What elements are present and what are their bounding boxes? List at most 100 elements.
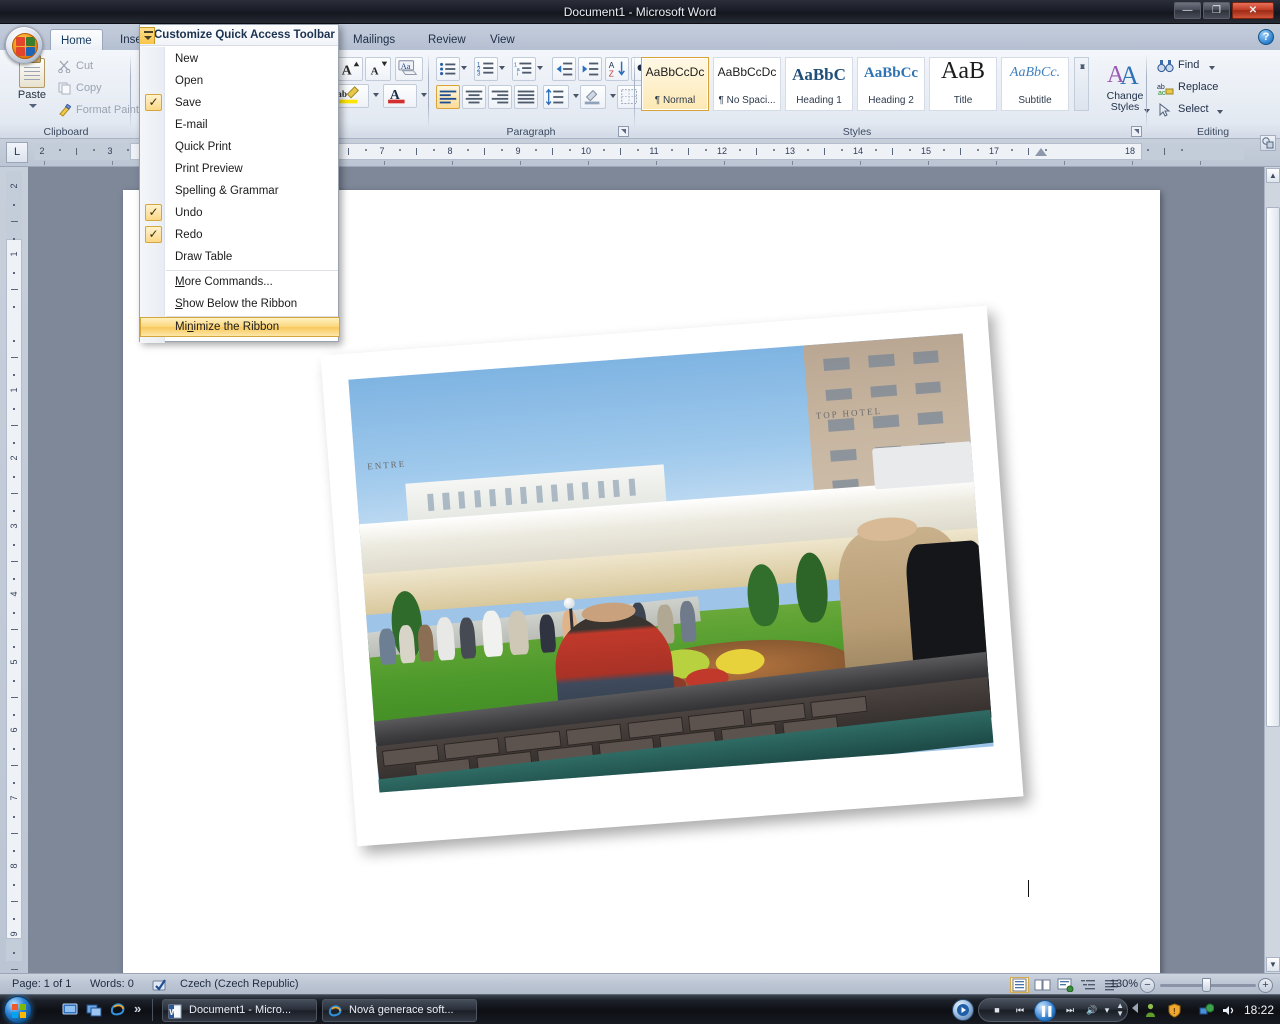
line-spacing-dropdown-icon[interactable] xyxy=(573,94,579,98)
view-web-layout-button[interactable] xyxy=(1056,977,1075,993)
picture-container[interactable]: ENTRE TOP HOTEL xyxy=(320,305,1038,860)
menu-item-quick-print[interactable]: Quick Print xyxy=(141,136,339,158)
tab-stop-mark[interactable] xyxy=(928,161,929,165)
bullets-button[interactable] xyxy=(436,57,460,81)
justify-button[interactable] xyxy=(514,85,538,109)
shading-dropdown-icon[interactable] xyxy=(610,94,616,98)
style-heading-2[interactable]: AaBbCc Heading 2 xyxy=(857,57,925,111)
media-previous-button[interactable]: ⏮ xyxy=(1011,1004,1029,1018)
menu-item-save[interactable]: Save xyxy=(141,92,339,114)
view-full-screen-reading-button[interactable] xyxy=(1033,977,1052,993)
page-indicator[interactable]: Page: 1 of 1 xyxy=(4,974,79,995)
menu-item-new[interactable]: New xyxy=(141,48,339,70)
shrink-font-button[interactable]: A xyxy=(365,57,391,81)
menu-item-email[interactable]: E-mail xyxy=(141,114,339,136)
media-player-toolbar[interactable]: ■ ⏮ ▐▐ ⏭ 🔊 ▾ ▲ ▼ xyxy=(978,998,1128,1022)
align-center-button[interactable] xyxy=(462,85,486,109)
language-indicator[interactable]: Czech (Czech Republic) xyxy=(172,974,307,995)
tab-stop-mark[interactable] xyxy=(1200,161,1201,165)
tab-view[interactable]: View xyxy=(480,29,525,52)
messenger-icon[interactable] xyxy=(1143,1003,1158,1018)
media-player-orb[interactable] xyxy=(952,999,974,1021)
highlight-dropdown-icon[interactable] xyxy=(373,93,379,97)
increase-indent-button[interactable] xyxy=(578,57,602,81)
media-volume-icon[interactable]: 🔊 xyxy=(1083,1004,1101,1018)
sort-button[interactable]: AZ xyxy=(605,57,629,81)
media-pause-button[interactable]: ▐▐ xyxy=(1034,1000,1056,1022)
paragraph-dialog-launcher[interactable] xyxy=(618,126,629,137)
tab-stop-selector[interactable]: L xyxy=(6,142,28,163)
media-stop-button[interactable]: ■ xyxy=(989,1004,1005,1018)
style-heading-1[interactable]: AaBbC Heading 1 xyxy=(785,57,853,111)
style-normal[interactable]: AaBbCcDc ¶ Normal xyxy=(641,57,709,111)
switch-windows-icon[interactable] xyxy=(86,1002,102,1018)
styles-dialog-launcher[interactable] xyxy=(1131,126,1142,137)
tab-review[interactable]: Review xyxy=(418,29,476,52)
styles-gallery-scrollbar[interactable]: ▲ ▼ ≡ xyxy=(1074,57,1089,111)
clear-formatting-button[interactable]: Aa xyxy=(395,57,423,81)
network-icon[interactable] xyxy=(1199,1003,1214,1018)
font-color-button[interactable]: A xyxy=(383,84,427,108)
menu-item-undo[interactable]: Undo xyxy=(141,202,339,224)
line-spacing-button[interactable] xyxy=(543,85,579,109)
tab-stop-mark[interactable] xyxy=(656,161,657,165)
tab-stop-mark[interactable] xyxy=(792,161,793,165)
zoom-in-button[interactable]: + xyxy=(1258,978,1273,993)
grow-font-button[interactable]: A xyxy=(337,57,363,81)
style-title[interactable]: AaB Title xyxy=(929,57,997,111)
tab-stop-mark[interactable] xyxy=(1132,161,1133,165)
zoom-slider-handle[interactable] xyxy=(1202,978,1211,992)
scroll-down-arrow-icon[interactable]: ▼ xyxy=(1266,957,1280,972)
tab-stop-mark[interactable] xyxy=(588,161,589,165)
title-bar[interactable]: Document1 - Microsoft Word — ❐ ✕ xyxy=(0,0,1280,24)
tab-stop-mark[interactable] xyxy=(1064,161,1065,165)
styles-more-icon[interactable]: ≡ xyxy=(1078,58,1087,76)
menu-item-spelling-grammar[interactable]: Spelling & Grammar xyxy=(141,180,339,202)
tab-stop-mark[interactable] xyxy=(384,161,385,165)
show-desktop-icon[interactable] xyxy=(62,1002,78,1018)
tab-stop-mark[interactable] xyxy=(520,161,521,165)
menu-item-show-below-ribbon[interactable]: Show Below the Ribbon xyxy=(141,293,339,315)
paste-button[interactable]: Paste xyxy=(10,55,54,118)
menu-item-redo[interactable]: Redo xyxy=(141,224,339,246)
volume-icon[interactable] xyxy=(1221,1003,1236,1018)
scroll-up-arrow-icon[interactable]: ▲ xyxy=(1266,168,1280,183)
paste-dropdown-icon[interactable] xyxy=(29,104,37,108)
style-no-spacing[interactable]: AaBbCcDc ¶ No Spaci... xyxy=(713,57,781,111)
view-print-layout-button[interactable] xyxy=(1010,977,1029,993)
align-right-button[interactable] xyxy=(488,85,512,109)
tab-stop-mark[interactable] xyxy=(452,161,453,165)
vertical-ruler[interactable]: 211234567891011 xyxy=(0,167,28,1022)
quick-launch-overflow-icon[interactable]: » xyxy=(134,1001,141,1016)
view-outline-button[interactable] xyxy=(1079,977,1098,993)
picture-frame[interactable]: ENTRE TOP HOTEL xyxy=(320,305,1024,847)
media-dropdown-icon[interactable]: ▾ xyxy=(1101,1004,1113,1018)
change-styles-button[interactable]: A A Change Styles xyxy=(1099,56,1151,116)
internet-explorer-icon[interactable] xyxy=(110,1002,126,1018)
shading-button[interactable] xyxy=(580,85,616,109)
menu-item-minimize-ribbon[interactable]: Minimize the Ribbon xyxy=(140,317,340,337)
start-button[interactable] xyxy=(4,996,32,1024)
security-shield-icon[interactable]: ! xyxy=(1167,1003,1182,1018)
zoom-out-button[interactable]: − xyxy=(1140,978,1155,993)
align-left-button[interactable] xyxy=(436,85,460,109)
tray-expand-icon[interactable] xyxy=(1132,1003,1138,1013)
media-expand-icon[interactable]: ▲ ▼ xyxy=(1116,1002,1124,1018)
media-next-button[interactable]: ⏭ xyxy=(1061,1004,1079,1018)
tab-mailings[interactable]: Mailings xyxy=(343,29,405,52)
menu-item-open[interactable]: Open xyxy=(141,70,339,92)
tab-stop-mark[interactable] xyxy=(860,161,861,165)
font-color-dropdown-icon[interactable] xyxy=(421,93,427,97)
numbering-button[interactable]: 1 2 3 xyxy=(474,57,498,81)
taskbar-button-browser[interactable]: Nová generace soft... xyxy=(322,999,477,1022)
office-button[interactable] xyxy=(5,26,43,64)
scroll-thumb[interactable] xyxy=(1266,207,1280,727)
tab-stop-mark[interactable] xyxy=(724,161,725,165)
select-browse-object-button[interactable] xyxy=(1260,135,1276,151)
close-button[interactable]: ✕ xyxy=(1232,2,1274,19)
minimize-button[interactable]: — xyxy=(1174,2,1201,19)
numbering-dropdown-icon[interactable] xyxy=(499,66,505,70)
multilevel-list-button[interactable]: 1 a i xyxy=(512,57,536,81)
vertical-scrollbar[interactable]: ▲ ▼ xyxy=(1264,167,1280,973)
tab-stop-mark[interactable] xyxy=(996,161,997,165)
